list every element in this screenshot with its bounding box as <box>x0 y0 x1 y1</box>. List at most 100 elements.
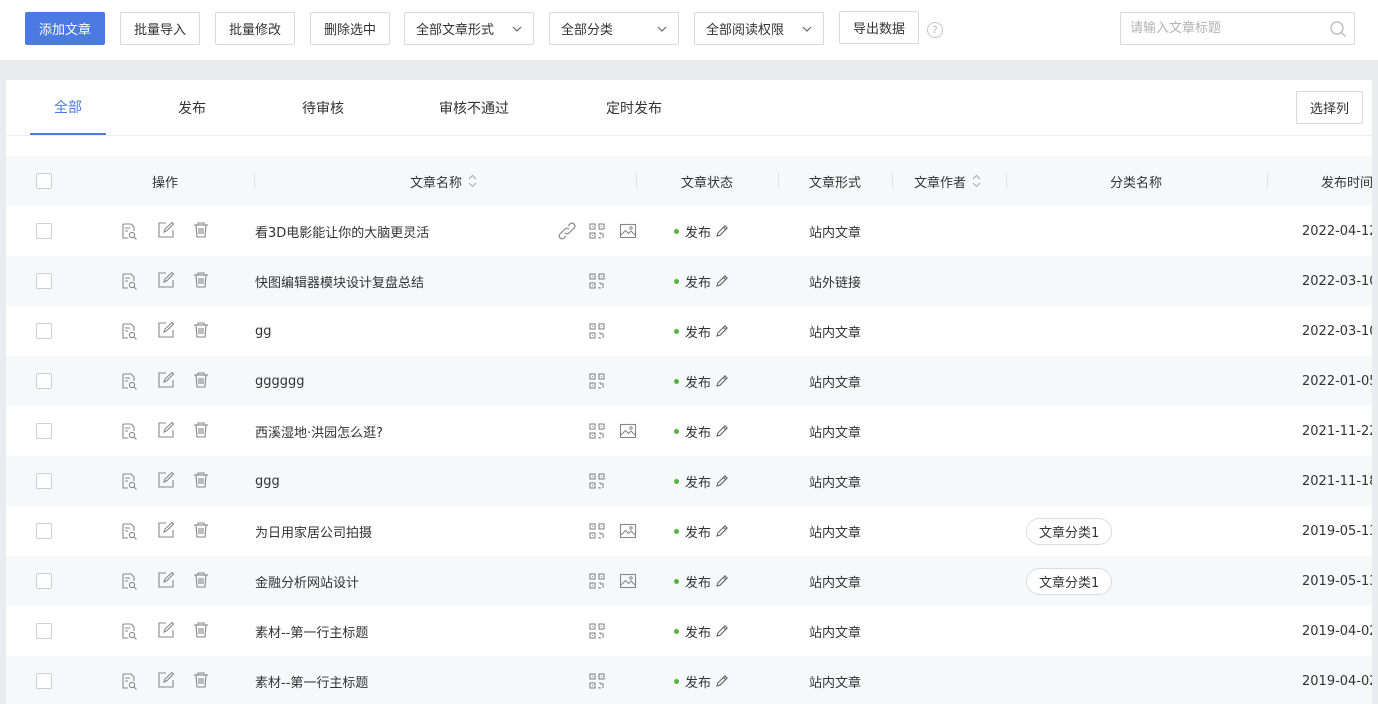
row-checkbox[interactable] <box>36 573 52 589</box>
edit-icon[interactable] <box>157 271 175 289</box>
tab-review-rejected[interactable]: 审核不通过 <box>429 80 519 135</box>
pencil-icon[interactable] <box>715 274 729 288</box>
link-icon[interactable] <box>558 222 576 240</box>
article-title[interactable]: 素材--第一行主标题 <box>255 606 368 656</box>
row-checkbox[interactable] <box>36 473 52 489</box>
trash-icon[interactable] <box>192 321 210 339</box>
column-header-category: 分类名称 <box>1110 156 1162 206</box>
sort-icon[interactable] <box>972 174 981 188</box>
trash-icon[interactable] <box>192 271 210 289</box>
article-title[interactable]: gg <box>255 306 272 356</box>
pencil-icon[interactable] <box>715 574 729 588</box>
view-icon[interactable] <box>120 672 138 690</box>
pencil-icon[interactable] <box>715 374 729 388</box>
tab-scheduled[interactable]: 定时发布 <box>593 80 675 135</box>
trash-icon[interactable] <box>192 571 210 589</box>
article-title[interactable]: 素材--第一行主标题 <box>255 656 368 704</box>
read-permission-select[interactable]: 全部阅读权限 <box>694 12 824 45</box>
article-title[interactable]: 西溪湿地·洪园怎么逛? <box>255 406 383 456</box>
image-icon[interactable] <box>619 222 637 240</box>
edit-icon[interactable] <box>157 621 175 639</box>
trash-icon[interactable] <box>192 671 210 689</box>
tab-pending-review[interactable]: 待审核 <box>289 80 357 135</box>
edit-icon[interactable] <box>157 421 175 439</box>
qrcode-icon[interactable] <box>588 672 606 690</box>
view-icon[interactable] <box>120 422 138 440</box>
view-icon[interactable] <box>120 622 138 640</box>
edit-icon[interactable] <box>157 471 175 489</box>
article-title[interactable]: 为日用家居公司拍摄 <box>255 506 372 556</box>
edit-icon[interactable] <box>157 221 175 239</box>
article-title[interactable]: 金融分析网站设计 <box>255 556 359 606</box>
row-checkbox[interactable] <box>36 623 52 639</box>
view-icon[interactable] <box>120 572 138 590</box>
qrcode-icon[interactable] <box>588 422 606 440</box>
image-icon[interactable] <box>619 522 637 540</box>
pencil-icon[interactable] <box>715 424 729 438</box>
trash-icon[interactable] <box>192 471 210 489</box>
column-header-label: 分类名称 <box>1110 175 1163 191</box>
view-icon[interactable] <box>120 372 138 390</box>
trash-icon[interactable] <box>192 221 210 239</box>
trash-icon[interactable] <box>192 371 210 389</box>
pencil-icon[interactable] <box>715 674 729 688</box>
tab-all[interactable]: 全部 <box>30 80 106 135</box>
pencil-icon[interactable] <box>715 524 729 538</box>
article-title[interactable]: ggg <box>255 456 280 506</box>
image-icon[interactable] <box>619 422 637 440</box>
article-title[interactable]: gggggg <box>255 356 305 406</box>
edit-icon[interactable] <box>157 321 175 339</box>
view-icon[interactable] <box>120 322 138 340</box>
tab-published[interactable]: 发布 <box>161 80 223 135</box>
trash-icon[interactable] <box>192 421 210 439</box>
help-icon[interactable]: ? <box>927 22 943 38</box>
qrcode-icon[interactable] <box>588 222 606 240</box>
export-data-button[interactable]: 导出数据 <box>839 11 919 44</box>
article-form-select[interactable]: 全部文章形式 <box>404 12 534 45</box>
edit-icon[interactable] <box>157 571 175 589</box>
pencil-icon[interactable] <box>715 474 729 488</box>
delete-selected-button[interactable]: 删除选中 <box>310 12 390 45</box>
image-icon[interactable] <box>619 572 637 590</box>
column-header-title[interactable]: 文章名称 <box>410 156 477 206</box>
qrcode-icon[interactable] <box>588 272 606 290</box>
sort-icon[interactable] <box>468 174 477 188</box>
row-checkbox[interactable] <box>36 373 52 389</box>
qrcode-icon[interactable] <box>588 372 606 390</box>
row-checkbox[interactable] <box>36 673 52 689</box>
edit-icon[interactable] <box>157 671 175 689</box>
row-checkbox[interactable] <box>36 423 52 439</box>
row-checkbox[interactable] <box>36 523 52 539</box>
pencil-icon[interactable] <box>715 624 729 638</box>
qrcode-icon[interactable] <box>588 572 606 590</box>
select-all-checkbox[interactable] <box>36 173 52 189</box>
trash-icon[interactable] <box>192 521 210 539</box>
edit-icon[interactable] <box>157 521 175 539</box>
qrcode-icon[interactable] <box>588 472 606 490</box>
pencil-icon[interactable] <box>715 324 729 338</box>
search-input[interactable] <box>1121 13 1321 44</box>
article-title[interactable]: 看3D电影能让你的大脑更灵活 <box>255 206 429 256</box>
edit-icon[interactable] <box>157 371 175 389</box>
select-columns-button[interactable]: 选择列 <box>1296 91 1363 124</box>
batch-edit-button[interactable]: 批量修改 <box>215 12 295 45</box>
qrcode-icon[interactable] <box>588 522 606 540</box>
view-icon[interactable] <box>120 272 138 290</box>
row-checkbox[interactable] <box>36 223 52 239</box>
publish-date: 2022-01-05 <box>1302 373 1372 389</box>
view-icon[interactable] <box>120 222 138 240</box>
pencil-icon[interactable] <box>715 224 729 238</box>
view-icon[interactable] <box>120 472 138 490</box>
row-checkbox[interactable] <box>36 273 52 289</box>
column-header-author[interactable]: 文章作者 <box>914 156 981 206</box>
search-icon[interactable] <box>1328 19 1348 39</box>
qrcode-icon[interactable] <box>588 622 606 640</box>
batch-import-button[interactable]: 批量导入 <box>120 12 200 45</box>
view-icon[interactable] <box>120 522 138 540</box>
qrcode-icon[interactable] <box>588 322 606 340</box>
row-checkbox[interactable] <box>36 323 52 339</box>
add-article-button[interactable]: 添加文章 <box>25 12 105 45</box>
article-title[interactable]: 快图编辑器模块设计复盘总结 <box>255 256 424 306</box>
trash-icon[interactable] <box>192 621 210 639</box>
category-select[interactable]: 全部分类 <box>549 12 679 45</box>
